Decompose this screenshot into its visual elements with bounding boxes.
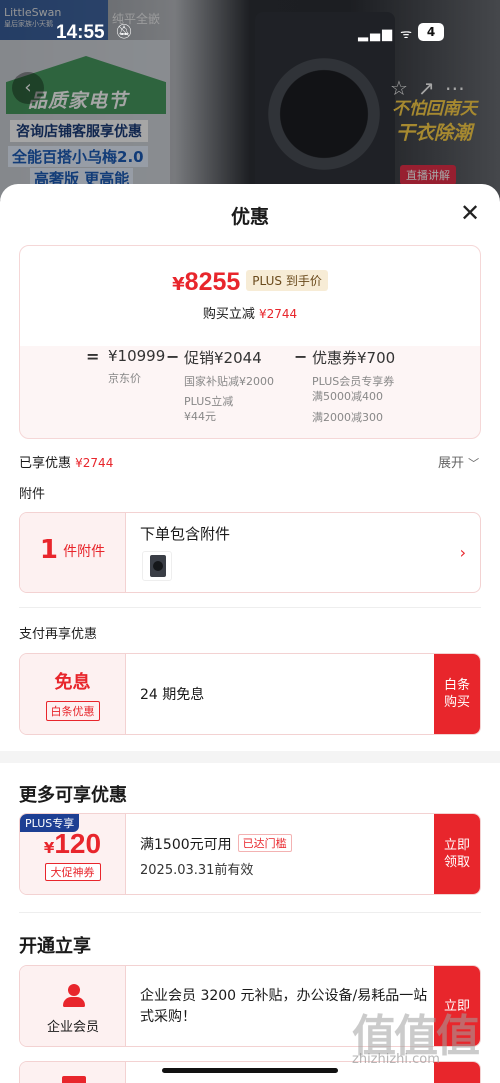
accessory-count: 1	[39, 535, 58, 565]
expand-label: 展开	[438, 456, 465, 471]
expand-button[interactable]: 展开 ﹀	[438, 452, 479, 471]
claim-coupon-button[interactable]: 立即领取	[434, 814, 480, 894]
promo-amount: ¥2044	[214, 349, 262, 367]
enjoyed-label: 已享优惠	[19, 456, 72, 471]
divider-line	[19, 607, 481, 608]
chevron-right-icon: ›	[459, 543, 466, 562]
enjoyed-amount: ¥2744	[75, 456, 114, 470]
next-card-icon	[62, 1076, 86, 1083]
more-discounts-title: 更多可享优惠	[19, 785, 127, 806]
promo-sub-1: 国家补贴减¥2000	[184, 375, 274, 388]
coupon-block: 优惠券¥700 PLUS会员专享券 满5000减400 满2000减300	[312, 347, 395, 425]
enjoyed-discount: 已享优惠 ¥2744	[19, 452, 113, 471]
close-icon[interactable]: ✕	[458, 201, 482, 226]
pay-left-box: 免息 白条优惠	[20, 654, 126, 734]
equals-sign: =	[86, 347, 100, 366]
member-label: 企业会员	[46, 1020, 99, 1035]
jd-price-block: ¥10999 京东价	[108, 347, 165, 386]
mute-bell-icon: 🔕︎	[115, 24, 133, 40]
divider-line-2	[19, 912, 481, 913]
baitiao-buy-button[interactable]: 白条购买	[434, 654, 480, 734]
threshold-met-tag: 已达门槛	[237, 834, 292, 852]
user-icon	[62, 984, 86, 1008]
pay-card[interactable]: 免息 白条优惠 24 期免息 白条购买	[19, 653, 481, 735]
sheet-title: 优惠	[230, 206, 269, 228]
promo-block: 促销¥2044 国家补贴减¥2000 PLUS立减 ¥44元	[184, 347, 274, 424]
minus-sign-2: −	[294, 347, 308, 366]
installment-desc: 24 期免息	[140, 687, 205, 703]
chevron-down-icon: ﹀	[468, 457, 480, 470]
jd-price: ¥10999	[108, 347, 166, 365]
section-divider	[0, 751, 500, 763]
accessory-thumbnail	[142, 551, 172, 581]
coupon-label: 优惠券	[312, 349, 358, 367]
coupon-currency: ¥	[43, 839, 55, 857]
accessory-section-label: 附件	[19, 487, 46, 502]
promo-sub-3: ¥44元	[184, 410, 216, 423]
signal-wifi-icons: ▂▄▆ ᯤ	[358, 27, 414, 42]
promo-sub-2: PLUS立减	[184, 395, 234, 408]
open-enjoy-title: 开通立享	[19, 936, 91, 957]
jd-price-label: 京东价	[108, 372, 141, 385]
battery-icon: 4	[418, 23, 444, 41]
minus-sign-1: −	[166, 347, 180, 366]
coupon-amount: ¥700	[357, 349, 396, 367]
discount-sheet: 优惠 ✕ ¥8255 PLUS 到手价 购买立减 ¥2744 = ¥10999 京…	[0, 184, 500, 1083]
accessory-card[interactable]: 1 件附件 下单包含附件 ›	[19, 512, 481, 593]
plus-price-tag: PLUS 到手价	[246, 270, 328, 291]
final-price: 8255	[184, 268, 241, 296]
price-card: ¥8255 PLUS 到手价 购买立减 ¥2744 = ¥10999 京东价 − …	[19, 245, 481, 439]
promo-label: 促销	[184, 349, 215, 367]
instant-discount-row: 购买立减 ¥2744	[20, 303, 480, 322]
coupon-left-box: PLUS专享 ¥120 大促神券	[20, 814, 126, 894]
coupon-sub-2: 满5000减400	[312, 390, 383, 403]
coupon-condition: 满1500元可用	[140, 837, 232, 853]
currency-symbol: ¥	[172, 274, 185, 295]
final-price-row: ¥8255 PLUS 到手价	[20, 268, 480, 297]
coupon-card[interactable]: PLUS专享 ¥120 大促神券 满1500元可用 已达门槛 2025.03.31…	[19, 813, 481, 895]
coupon-value: 120	[54, 828, 102, 859]
watermark-url: zhizhizhi.com	[352, 1052, 440, 1067]
pay-section-label: 支付再享优惠	[19, 627, 98, 642]
coupon-sub-1: PLUS会员专享券	[312, 375, 395, 388]
coupon-type-tag: 大促神券	[44, 863, 101, 881]
next-card-action[interactable]	[434, 1062, 480, 1083]
interest-free-title: 免息	[54, 672, 91, 693]
instant-discount-label: 购买立减	[202, 307, 255, 322]
coupon-condition-row: 满1500元可用 已达门槛	[140, 834, 292, 854]
coupon-sub-3: 满2000减300	[312, 411, 383, 424]
coupon-validity: 2025.03.31前有效	[140, 863, 254, 878]
status-time: 14:55	[56, 22, 105, 43]
accessory-title: 下单包含附件	[140, 525, 231, 543]
next-card-left	[20, 1062, 126, 1083]
instant-discount-amount: ¥2744	[258, 307, 298, 321]
member-left-box: 企业会员	[20, 966, 126, 1046]
status-bar: 14:55 🔕︎ ▂▄▆ ᯤ 4	[0, 22, 500, 46]
baitiao-tag: 白条优惠	[45, 701, 100, 721]
accessory-unit: 件附件	[63, 544, 106, 560]
plus-exclusive-badge: PLUS专享	[20, 814, 80, 832]
accessory-count-box: 1 件附件	[20, 513, 126, 592]
home-indicator[interactable]	[162, 1068, 338, 1073]
